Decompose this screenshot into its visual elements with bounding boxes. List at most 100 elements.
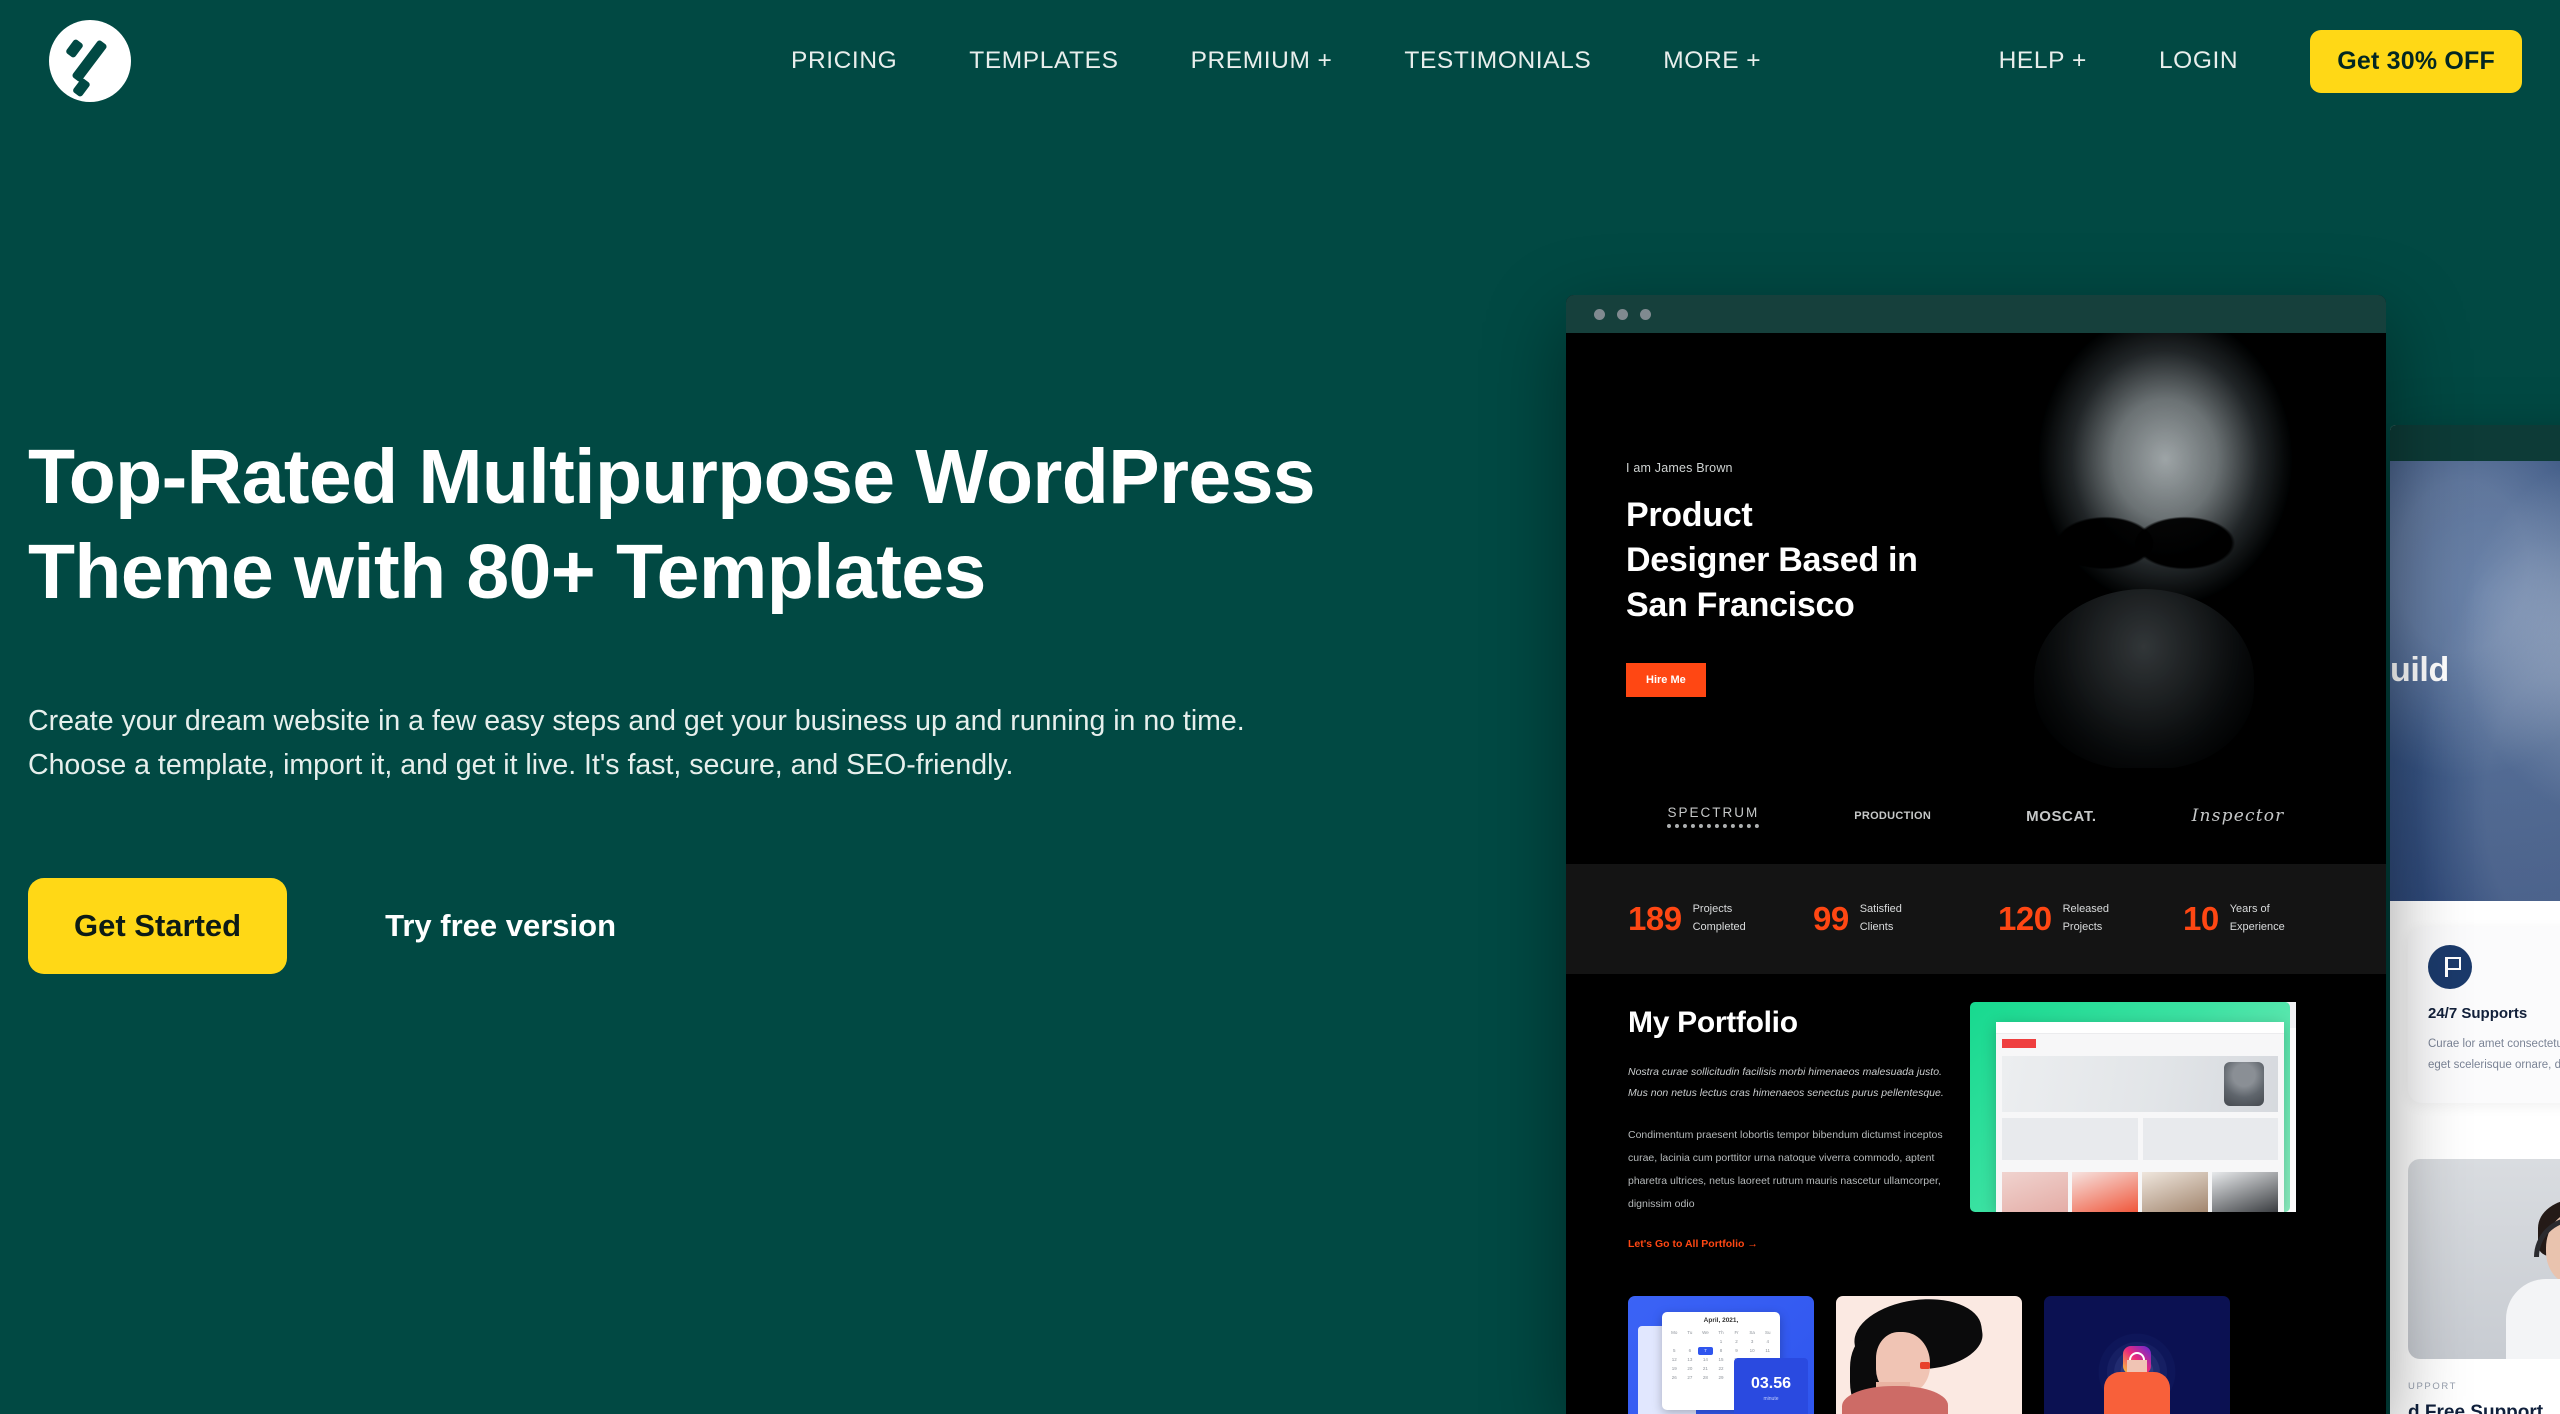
calendar-day[interactable]: 9 — [1729, 1347, 1744, 1355]
preview-hero-title-line-3: San Francisco — [1626, 586, 1855, 625]
calendar-weekday: Mo — [1671, 1330, 1678, 1335]
stat-label-line-1: Satisfied — [1859, 903, 1902, 916]
calendar-day[interactable]: 11 — [1760, 1347, 1775, 1355]
secondary-navigation: HELP + LOGIN Get 30% OFF — [1963, 0, 2522, 122]
portfolio-all-link[interactable]: Let's Go to All Portfolio → — [1628, 1238, 1758, 1250]
calendar-day[interactable]: 8 — [1714, 1347, 1729, 1355]
calendar-day[interactable]: 5 — [1667, 1347, 1682, 1355]
support-agent-photo — [2408, 1158, 2560, 1359]
primary-template-preview[interactable]: I am James Brown Product Designer Based … — [1566, 295, 2386, 1414]
calendar-day-empty — [1698, 1338, 1713, 1346]
lips-shape — [1920, 1362, 1930, 1369]
calendar-day-empty — [1667, 1338, 1682, 1346]
secondary-template-preview[interactable]: uild 24/7 Supports Curae lor amet consec… — [2390, 425, 2560, 1414]
portfolio-preview-primary — [1970, 1002, 2290, 1212]
preview-hero-content: I am James Brown Product Designer Based … — [1626, 461, 1918, 697]
calendar-day[interactable]: 28 — [1698, 1374, 1713, 1382]
shot-navbar — [1996, 1022, 2284, 1034]
back-window-titlebar — [2390, 425, 2560, 461]
plus-icon: + — [1746, 47, 1762, 74]
get-discount-button[interactable]: Get 30% OFF — [2310, 29, 2522, 93]
calendar-day[interactable]: 14 — [1698, 1356, 1713, 1364]
portrait-photo — [1930, 333, 2350, 768]
stat-label: Years of Experience — [2230, 901, 2285, 936]
nav-label: LOGIN — [2158, 47, 2239, 74]
site-logo[interactable] — [38, 20, 142, 102]
stat-label-line-1: Released — [2062, 903, 2110, 916]
stat-label-line-1: Years of — [2229, 903, 2270, 916]
instagram-illustration-card[interactable] — [2044, 1296, 2230, 1414]
brand-logos-row: SPECTRUM PRODUCTION MOSCAT. Inspector — [1566, 768, 2386, 864]
hero-subtitle-line-1: Create your dream website in a few easy … — [28, 704, 1245, 737]
preview-hero-title-line-1: Product — [1626, 496, 1753, 534]
calendar-day[interactable]: 1 — [1714, 1338, 1729, 1346]
brand-logo-spectrum: SPECTRUM — [1667, 805, 1760, 828]
nav-item-login[interactable]: LOGIN — [2123, 47, 2274, 75]
nav-label: TEMPLATES — [969, 47, 1119, 74]
illustration-woman-card[interactable] — [1836, 1296, 2022, 1414]
timer-value: 03.56 — [1750, 1374, 1792, 1392]
calendar-day[interactable]: 19 — [1667, 1365, 1682, 1373]
calendar-day[interactable]: 12 — [1667, 1356, 1682, 1364]
calendar-day[interactable]: 27 — [1683, 1374, 1698, 1382]
calendar-day[interactable]: 22 — [1714, 1365, 1729, 1373]
support-card-text: Curae lor amet consectetur adipiscing, e… — [2428, 1038, 2560, 1072]
shot-row — [2002, 1118, 2278, 1160]
nav-label: TESTIMONIALS — [1404, 47, 1592, 74]
calendar-day[interactable]: 4 — [1760, 1338, 1775, 1346]
calendar-day[interactable]: 20 — [1683, 1365, 1698, 1373]
support-section-eyebrow: UPPORT — [2408, 1380, 2458, 1392]
browser-titlebar — [1566, 295, 2386, 333]
stat-label-line-1: Projects — [1692, 903, 1733, 916]
get-started-button[interactable]: Get Started — [28, 877, 288, 974]
nav-label: PRICING — [791, 47, 898, 74]
calendar-day[interactable]: 7 — [1698, 1347, 1713, 1355]
nav-item-premium[interactable]: PREMIUM + — [1155, 47, 1369, 75]
calendar-day[interactable]: 13 — [1683, 1356, 1698, 1364]
portfolio-card-row: April, 2021, Mo Tu We Th Fr Sa Su 1 2 3 4 5 6 7 8 9 10 11… — [1628, 1296, 2230, 1414]
primary-navigation: PRICING TEMPLATES PREMIUM + TESTIMONIALS … — [755, 0, 1797, 122]
preview-hero: I am James Brown Product Designer Based … — [1566, 333, 2386, 768]
nav-item-more[interactable]: MORE + — [1627, 47, 1797, 75]
try-free-version-link[interactable]: Try free version — [385, 908, 616, 944]
calendar-weekday: Tu — [1687, 1330, 1693, 1335]
brand-logo-inspector: Inspector — [2191, 806, 2285, 826]
nav-item-help[interactable]: HELP + — [1963, 47, 2123, 75]
stat-label: Released Projects — [2063, 901, 2109, 936]
stat-item: 99 Satisfied Clients — [1813, 900, 1954, 938]
calendar-day-empty — [1683, 1338, 1698, 1346]
calendar-day[interactable]: 6 — [1683, 1347, 1698, 1355]
calendar-timer-card[interactable]: April, 2021, Mo Tu We Th Fr Sa Su 1 2 3 4 5 6 7 8 9 10 11… — [1628, 1296, 1814, 1414]
figure-shirt — [2104, 1372, 2170, 1414]
plus-icon: + — [1317, 47, 1333, 74]
preview-hero-title-line-2: Designer Based in — [1626, 541, 1918, 580]
hire-me-button[interactable]: Hire Me — [1626, 662, 1706, 697]
calendar-day[interactable]: 10 — [1745, 1347, 1760, 1355]
nav-item-testimonials[interactable]: TESTIMONIALS — [1368, 47, 1627, 75]
shot-banner — [2002, 1056, 2278, 1112]
nav-item-pricing[interactable]: PRICING — [755, 47, 933, 75]
stat-number: 99 — [1813, 900, 1849, 937]
portfolio-text-column: My Portfolio Nostra curae sollicitudin f… — [1628, 1006, 1948, 1252]
stat-label-line-2: Clients — [1859, 921, 1894, 933]
stat-number: 189 — [1628, 900, 1682, 937]
portfolio-title: My Portfolio — [1628, 1006, 1798, 1039]
zeen-logo-icon — [49, 20, 131, 102]
calendar-day[interactable]: 15 — [1714, 1356, 1729, 1364]
calendar-day[interactable]: 26 — [1667, 1374, 1682, 1382]
nav-item-templates[interactable]: TEMPLATES — [933, 47, 1154, 75]
portfolio-section: My Portfolio Nostra curae sollicitudin f… — [1566, 974, 2386, 1414]
plus-icon: + — [2072, 47, 2087, 74]
shoulder-shape — [1842, 1386, 1948, 1414]
site-header: PRICING TEMPLATES PREMIUM + TESTIMONIALS … — [0, 0, 2560, 122]
stat-item: 189 Projects Completed — [1628, 900, 1769, 938]
hero-subtitle-line-2: Choose a template, import it, and get it… — [28, 749, 1014, 782]
calendar-day[interactable]: 3 — [1745, 1338, 1760, 1346]
calendar-day[interactable]: 21 — [1698, 1365, 1713, 1373]
support-feature-card[interactable]: 24/7 Supports Curae lor amet consectetur… — [2408, 927, 2560, 1103]
window-dot-close-icon — [1594, 308, 1605, 320]
calendar-day[interactable]: 2 — [1729, 1338, 1744, 1346]
stat-item: 120 Released Projects — [1998, 900, 2139, 938]
calendar-day[interactable]: 29 — [1714, 1374, 1729, 1382]
stat-label: Projects Completed — [1693, 901, 1746, 936]
